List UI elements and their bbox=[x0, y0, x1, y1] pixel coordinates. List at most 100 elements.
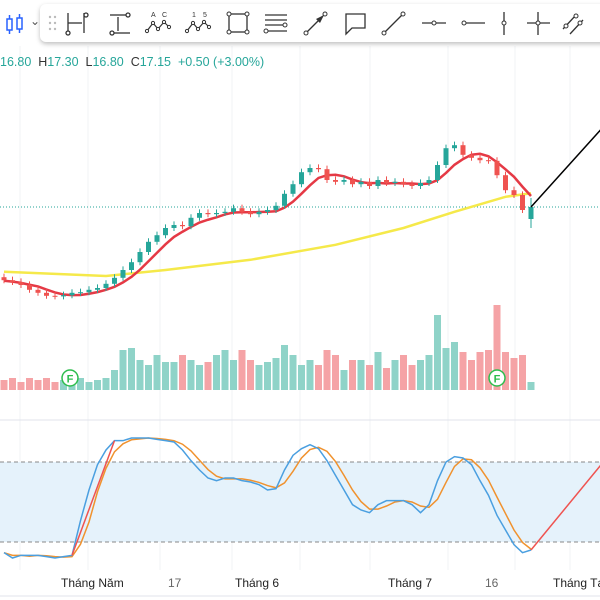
volume-bar bbox=[119, 350, 127, 390]
candle-body bbox=[188, 217, 194, 227]
top-bar: ⌄ AC 15 bbox=[0, 0, 600, 46]
volume-bar bbox=[442, 348, 450, 390]
candle-body bbox=[358, 181, 364, 185]
volume-bar bbox=[213, 355, 220, 390]
open-value: 16.80 bbox=[0, 55, 32, 69]
volume-bar bbox=[136, 360, 144, 390]
candle-body bbox=[265, 210, 270, 212]
high-value: 17.30 bbox=[47, 55, 79, 69]
candle-body bbox=[137, 252, 143, 263]
volume-bar bbox=[315, 365, 322, 390]
volume-bar bbox=[272, 358, 280, 390]
high-label: H bbox=[38, 55, 48, 69]
drawing-toolbar: AC 15 bbox=[40, 4, 600, 42]
volume-bar bbox=[221, 350, 229, 390]
candle-body bbox=[239, 208, 245, 212]
x-tick-label: Tháng 7 bbox=[388, 576, 433, 590]
volume-bar bbox=[340, 370, 348, 390]
candle-body bbox=[375, 180, 381, 186]
candle-body bbox=[44, 292, 49, 296]
volume-bar bbox=[323, 350, 331, 390]
volume-bar bbox=[204, 362, 212, 390]
volume-bar bbox=[451, 342, 458, 390]
date-price-range-icon[interactable] bbox=[64, 9, 92, 37]
volume-bar bbox=[332, 355, 339, 390]
candle-body bbox=[61, 295, 66, 297]
arrow-icon[interactable] bbox=[302, 9, 330, 37]
volume-bar bbox=[238, 350, 246, 390]
candle-body bbox=[205, 213, 211, 215]
candle-body bbox=[469, 154, 474, 158]
x-tick-label: 16 bbox=[485, 576, 499, 590]
volume-bar bbox=[102, 378, 110, 390]
svg-text:1: 1 bbox=[192, 12, 196, 19]
candle-body bbox=[35, 289, 41, 293]
vertical-line-icon[interactable] bbox=[490, 9, 518, 37]
volume-bar bbox=[162, 362, 169, 390]
parallel-lines-icon[interactable] bbox=[560, 9, 588, 37]
candle-body bbox=[18, 282, 24, 285]
candle-body bbox=[333, 180, 338, 182]
horizontal-line-icon[interactable] bbox=[458, 9, 486, 37]
volume-bar bbox=[34, 380, 42, 390]
volume-bar bbox=[43, 378, 50, 390]
drag-handle-icon[interactable] bbox=[48, 14, 58, 32]
close-value: 17.15 bbox=[139, 55, 171, 69]
candle-body bbox=[120, 270, 126, 278]
x-tick-label: Tháng Tám bbox=[553, 576, 600, 590]
volume-bar bbox=[468, 360, 475, 390]
candle-body bbox=[418, 183, 423, 186]
candle-body bbox=[146, 241, 151, 252]
candle-body bbox=[248, 211, 253, 215]
volume-bar bbox=[196, 365, 203, 390]
volume-bar bbox=[510, 358, 518, 390]
volume-bar bbox=[26, 378, 33, 390]
candle-body bbox=[95, 288, 100, 290]
candle-body bbox=[409, 184, 415, 186]
candle-body bbox=[197, 213, 202, 218]
volume-bar bbox=[230, 360, 237, 390]
candle-body bbox=[256, 211, 262, 215]
volume-bar bbox=[187, 360, 195, 390]
abcd-pattern-icon[interactable]: AC bbox=[144, 9, 172, 37]
candlestick-icon[interactable] bbox=[2, 12, 28, 36]
long-position-icon[interactable] bbox=[106, 9, 134, 37]
candle-body bbox=[324, 169, 330, 180]
volume-bar bbox=[17, 382, 25, 390]
volume-bar bbox=[179, 355, 186, 390]
trend-line-icon[interactable] bbox=[380, 9, 408, 37]
candle-body bbox=[290, 184, 296, 194]
low-value: 16.80 bbox=[92, 55, 124, 69]
candle-body bbox=[452, 145, 457, 149]
candle-body bbox=[27, 285, 32, 290]
rectangle-icon[interactable] bbox=[224, 9, 252, 37]
candle-body bbox=[69, 292, 75, 296]
candle-body bbox=[103, 283, 109, 288]
candle-body bbox=[503, 175, 508, 191]
change-value: +0.50 (+3.00%) bbox=[177, 55, 265, 69]
volume-bar bbox=[281, 345, 288, 390]
elliott-wave-icon[interactable]: 15 bbox=[184, 9, 212, 37]
price-chart[interactable]: FF bbox=[0, 0, 600, 600]
close-label: C bbox=[130, 55, 140, 69]
candle-body bbox=[1, 277, 7, 281]
parallel-channel-icon[interactable] bbox=[262, 9, 290, 37]
callout-icon[interactable] bbox=[342, 9, 370, 37]
horizontal-ray-icon[interactable] bbox=[420, 9, 448, 37]
candle-body bbox=[171, 225, 177, 228]
candle-body bbox=[307, 168, 313, 173]
volume-bar bbox=[349, 360, 356, 390]
cross-line-icon[interactable] bbox=[524, 9, 552, 37]
volume-bar bbox=[128, 348, 135, 390]
volume-bar bbox=[9, 378, 16, 390]
candle-body bbox=[443, 148, 449, 165]
volume-bar bbox=[408, 365, 416, 390]
candle-body bbox=[273, 205, 279, 210]
candle-body bbox=[154, 235, 160, 242]
svg-text:5: 5 bbox=[203, 12, 207, 19]
candle-body bbox=[435, 165, 440, 180]
candle-body bbox=[222, 211, 228, 213]
volume-bar bbox=[298, 365, 305, 390]
ohlc-legend: 16.80 H17.30 L16.80 C17.15 +0.50 (+3.00%… bbox=[0, 55, 264, 69]
volume-bar bbox=[85, 382, 93, 390]
